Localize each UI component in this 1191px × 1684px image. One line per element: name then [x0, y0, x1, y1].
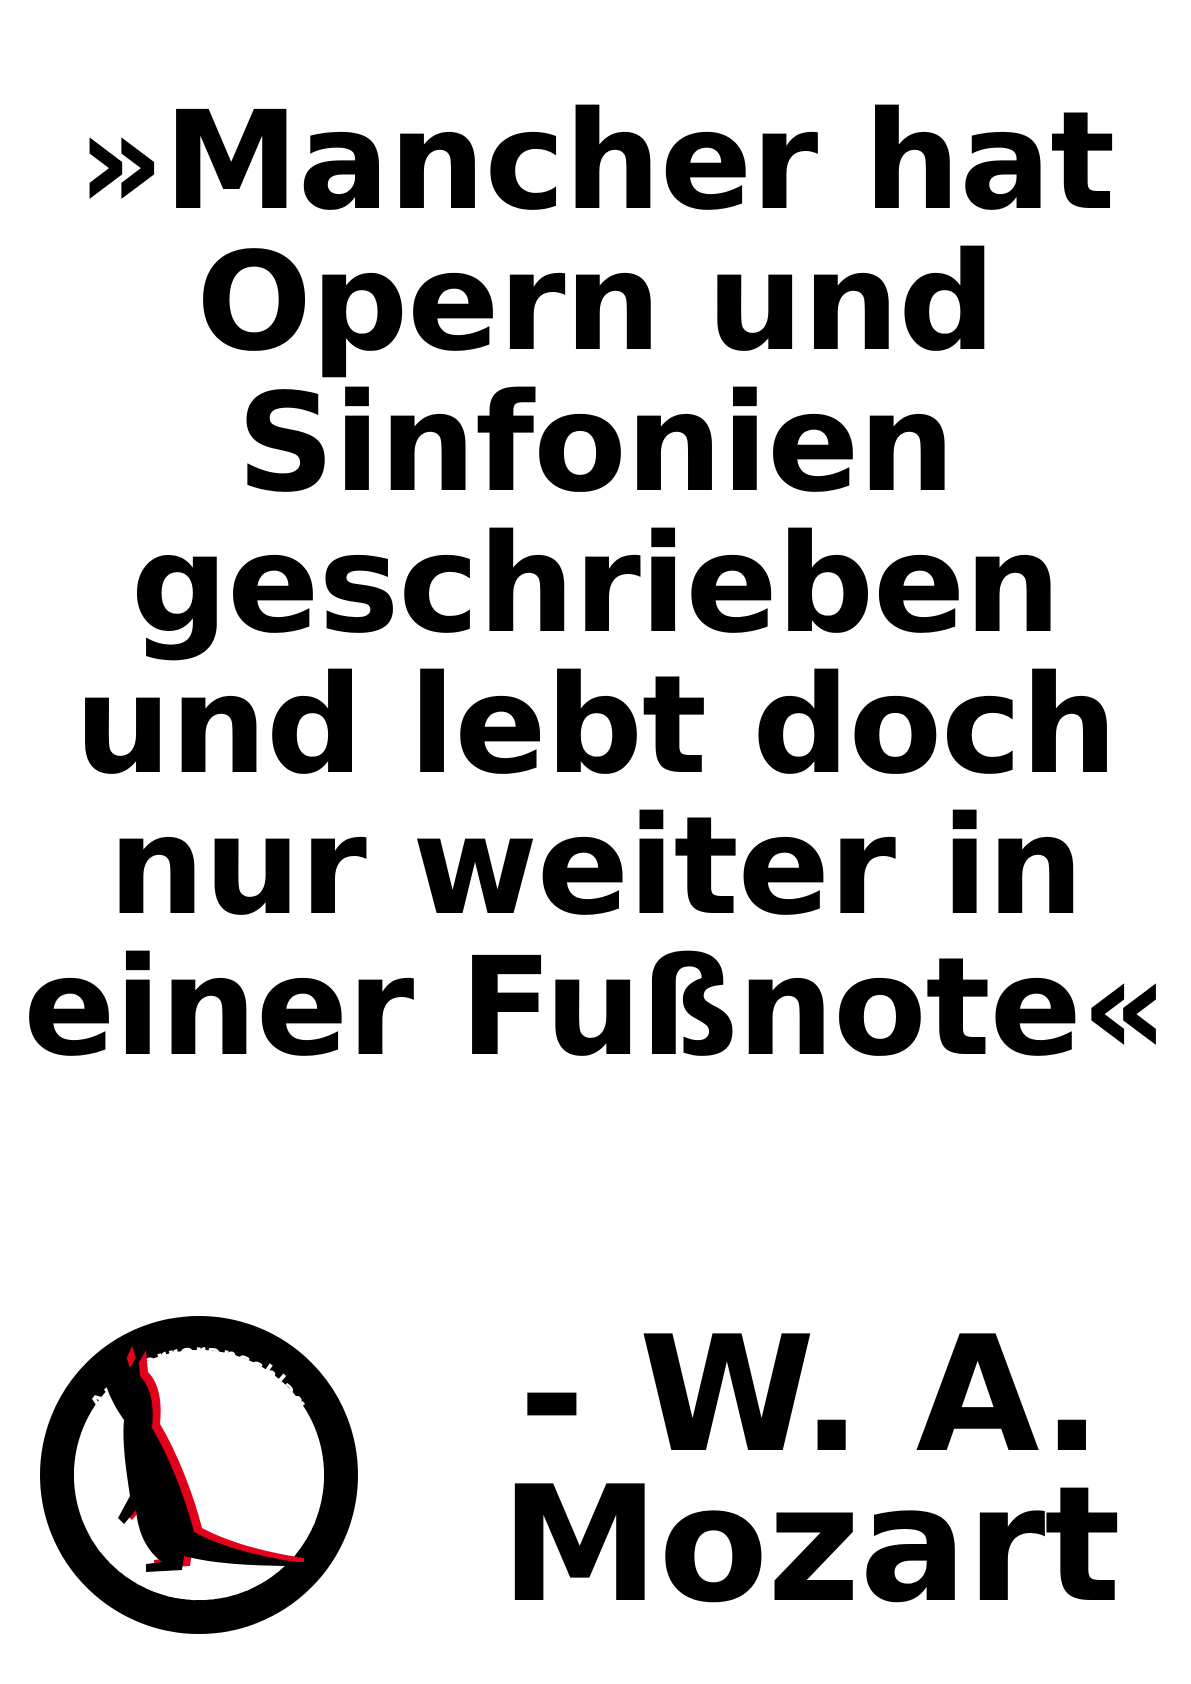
quote-line: einer Fußnote«	[23, 929, 1168, 1087]
quote-line: und lebt doch	[74, 647, 1117, 805]
quote-line: nur weiter in	[108, 788, 1084, 946]
quote-line: Sinfonien	[236, 365, 955, 523]
antiterroranschlag-logo: Antiterroranschlag Des Asozialen Netzwer…	[40, 1316, 358, 1634]
author-name: Mozart	[500, 1451, 1121, 1638]
quote-line: »Mancher hat	[76, 83, 1115, 241]
quote-line: geschrieben	[130, 506, 1061, 664]
author-initials: - W. A.	[518, 1301, 1103, 1488]
quote-text: »Mancher hat Opern und Sinfonien geschri…	[0, 92, 1191, 1079]
quote-line: Opern und	[196, 224, 995, 382]
quote-author: - W. A. Mozart	[470, 1301, 1150, 1638]
